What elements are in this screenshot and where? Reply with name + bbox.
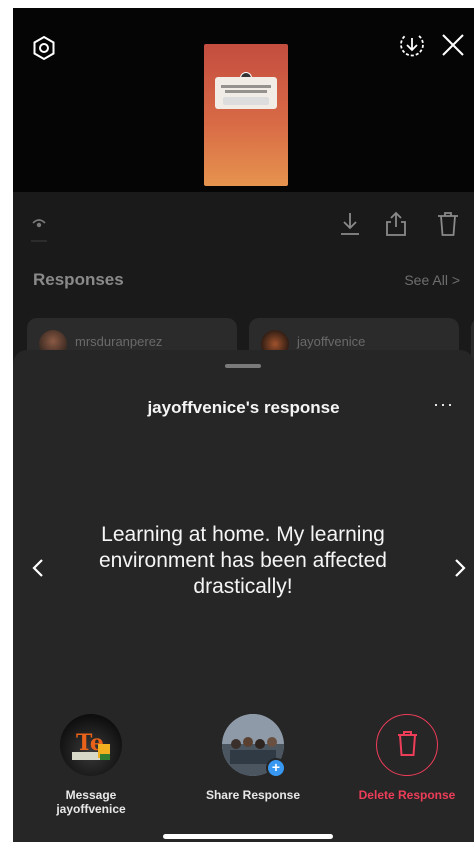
next-response-button[interactable]: [449, 556, 471, 580]
eye-icon[interactable]: [31, 216, 47, 232]
sheet-grab-handle[interactable]: [225, 364, 261, 368]
add-badge-icon: +: [266, 758, 286, 778]
response-text: Learning at home. My learning environmen…: [99, 523, 387, 598]
response-username: jayoffvenice: [297, 334, 366, 349]
story-toolbar: [13, 192, 474, 262]
response-sheet: jayoffvenice's response ··· Learning at …: [13, 350, 474, 842]
share-preview-thumbnail: +: [222, 714, 286, 778]
share-button[interactable]: [383, 210, 409, 238]
share-label: Share Response: [205, 788, 301, 802]
delete-story-button[interactable]: [435, 210, 461, 238]
home-indicator[interactable]: [163, 834, 333, 839]
story-preview-area: [13, 8, 474, 192]
save-story-button[interactable]: [397, 30, 427, 60]
see-all-link[interactable]: See All >: [404, 272, 460, 288]
responses-title: Responses: [33, 270, 124, 289]
avatar: Te: [60, 714, 122, 776]
story-thumbnail[interactable]: [204, 44, 288, 186]
download-button[interactable]: [337, 210, 363, 238]
settings-icon: [33, 35, 55, 61]
share-response-button[interactable]: + Share Response: [193, 714, 313, 802]
delete-label: Delete Response: [358, 788, 456, 802]
sticker-text-line: [221, 85, 271, 88]
close-button[interactable]: [438, 30, 468, 60]
message-label: Message jayoffvenice: [56, 788, 126, 816]
sticker-answer-field: [223, 97, 269, 105]
chevron-left-icon: [32, 559, 43, 577]
delete-circle: [376, 714, 438, 776]
question-sticker: [215, 77, 277, 109]
avatar-artwork: Te: [72, 730, 110, 760]
download-icon: [341, 213, 359, 235]
previous-response-button[interactable]: [27, 556, 49, 580]
sticker-text-line: [225, 90, 267, 93]
message-user-button[interactable]: Te Message jayoffvenice: [31, 714, 151, 816]
active-tab-underline: [31, 240, 47, 242]
more-options-button[interactable]: ···: [433, 394, 454, 415]
close-icon: [442, 34, 464, 56]
delete-response-button[interactable]: Delete Response: [347, 714, 467, 802]
download-circle-icon: [400, 35, 424, 57]
response-username: mrsduranperez: [75, 334, 163, 349]
chevron-right-icon: [455, 559, 466, 577]
trash-icon: [438, 212, 458, 236]
trash-icon: [397, 731, 417, 756]
settings-button[interactable]: [30, 34, 58, 62]
sheet-title: jayoffvenice's response: [147, 398, 340, 417]
screen: Responses See All > mrsduranperez jayoff…: [13, 8, 474, 842]
share-icon: [386, 211, 406, 236]
